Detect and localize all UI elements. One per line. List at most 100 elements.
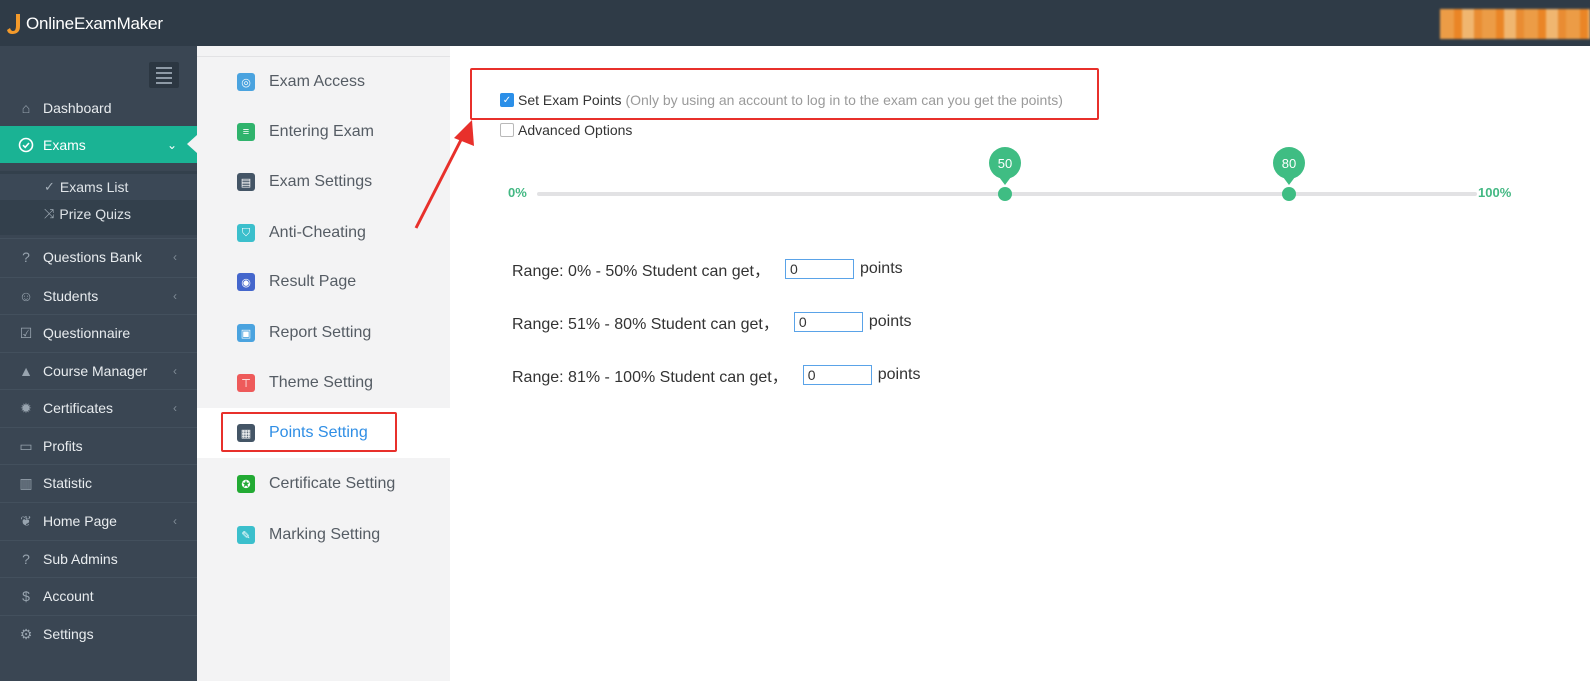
- advanced-options-row: Advanced Options: [500, 122, 632, 138]
- chevron-left-icon: ‹: [173, 364, 177, 378]
- chevron-left-icon: ‹: [173, 250, 177, 264]
- nav-course-manager[interactable]: ▲ Course Manager ‹: [0, 352, 197, 389]
- question-circle-icon: ?: [22, 249, 30, 265]
- chevron-left-icon: ‹: [173, 401, 177, 415]
- user-avatar-blurred[interactable]: [1440, 9, 1590, 39]
- nav-questions-bank[interactable]: ? Questions Bank ‹: [0, 238, 197, 275]
- range-row-2: Range: 51% - 80% Student can get， points: [512, 310, 912, 334]
- check-circle-icon: ✓: [44, 179, 55, 194]
- advanced-options-label: Advanced Options: [518, 122, 633, 138]
- logo-text: OnlineExamMaker: [26, 14, 163, 33]
- slider-handle-1[interactable]: [998, 187, 1012, 201]
- annotation-arrow: [414, 120, 474, 229]
- nav-dashboard[interactable]: ⌂ Dashboard: [0, 89, 197, 126]
- menu-label: Theme Setting: [269, 374, 374, 391]
- chevron-left-icon: ‹: [173, 514, 177, 528]
- logo[interactable]: OnlineExamMaker: [6, 10, 163, 38]
- nav-label: Exams: [43, 136, 86, 153]
- logo-icon: [7, 14, 20, 34]
- slider-min-label: 0%: [508, 185, 527, 200]
- nav-exams[interactable]: Exams ⌄: [0, 126, 197, 163]
- points-unit: points: [859, 260, 903, 277]
- sub-item-exams-list[interactable]: ✓ Exams List: [0, 174, 197, 200]
- slider-tooltip-1: 50: [989, 147, 1021, 185]
- graduation-cap-icon: ▲: [19, 363, 33, 379]
- award-icon: ✪: [237, 475, 255, 493]
- highlight-annotation-box: [221, 412, 397, 452]
- key-icon: ◎: [237, 73, 255, 91]
- nav-label: Sub Admins: [43, 551, 118, 567]
- nav-statistic[interactable]: ▥ Statistic: [0, 464, 197, 501]
- range-label: Range: 81% - 100% Student can get，: [512, 369, 788, 386]
- range-row-3: Range: 81% - 100% Student can get， point…: [512, 363, 920, 387]
- advanced-options-checkbox[interactable]: [500, 123, 514, 137]
- bar-chart-icon: ▥: [19, 474, 33, 491]
- certificate-icon: ✹: [20, 399, 32, 416]
- menu-marking-setting[interactable]: ✎ Marking Setting: [197, 510, 450, 560]
- shuffle-icon: ⤨: [44, 206, 55, 221]
- points-unit: points: [877, 366, 921, 383]
- nav-label: Account: [43, 588, 94, 604]
- shield-icon: ⛉: [237, 224, 255, 242]
- home-icon: ⌂: [21, 99, 31, 116]
- nav-label: Statistic: [43, 475, 93, 491]
- nav-questionnaire[interactable]: ☑ Questionnaire: [0, 314, 197, 351]
- nav-account[interactable]: $ Account: [0, 577, 197, 614]
- menu-toggle-button[interactable]: [149, 62, 179, 88]
- range-label: Range: 51% - 80% Student can get，: [512, 316, 779, 333]
- nav-label: Dashboard: [43, 99, 112, 116]
- menu-label: Anti-Cheating: [269, 224, 366, 241]
- points-input-3[interactable]: [802, 365, 872, 385]
- nav-label: Course Manager: [43, 363, 148, 379]
- menu-label: Marking Setting: [269, 526, 381, 543]
- edit-note-icon: ✎: [237, 526, 255, 544]
- document-icon: ≡: [237, 123, 255, 141]
- nav-profits[interactable]: ▭ Profits: [0, 427, 197, 464]
- menu-label: Exam Settings: [269, 173, 373, 190]
- shirt-icon: ⊤: [237, 374, 255, 392]
- menu-exam-access[interactable]: ◎ Exam Access: [197, 57, 450, 107]
- report-icon: ▣: [237, 324, 255, 342]
- points-setting-panel: ✓ Set Exam Points (Only by using an acco…: [450, 46, 1590, 681]
- main-sidebar: ⌂ Dashboard Exams ⌄ ✓ Exams List ⤨ Prize…: [0, 46, 197, 681]
- points-input-1[interactable]: [784, 259, 854, 279]
- menu-label: Entering Exam: [269, 123, 374, 140]
- nav-label: Profits: [43, 438, 83, 454]
- slider-handle-2[interactable]: [1282, 187, 1296, 201]
- gear-icon: ⚙: [19, 625, 33, 642]
- menu-label: Result Page: [269, 273, 357, 290]
- nav-label: Settings: [43, 626, 94, 642]
- chevron-left-icon: ‹: [173, 289, 177, 303]
- dollar-icon: $: [22, 588, 30, 604]
- nav-certificates[interactable]: ✹ Certificates ‹: [0, 389, 197, 426]
- set-exam-points-checkbox[interactable]: ✓: [500, 93, 514, 107]
- nav-home-page[interactable]: ❦ Home Page ‹: [0, 502, 197, 539]
- menu-label: Report Setting: [269, 324, 372, 341]
- sub-item-label: Exams List: [59, 179, 129, 195]
- set-exam-points-row: ✓ Set Exam Points (Only by using an acco…: [500, 92, 1063, 108]
- sub-item-prize-quizs[interactable]: ⤨ Prize Quizs: [44, 203, 131, 225]
- check-circle-icon: [17, 136, 35, 154]
- menu-theme-setting[interactable]: ⊤ Theme Setting: [197, 358, 450, 408]
- chevron-down-icon: ⌄: [166, 137, 177, 152]
- menu-label: Certificate Setting: [269, 475, 396, 492]
- question-circle-icon: ?: [22, 551, 30, 567]
- nav-sub-admins[interactable]: ? Sub Admins: [0, 540, 197, 577]
- slider-max-label: 100%: [1478, 185, 1512, 200]
- check-square-icon: ☑: [19, 324, 33, 341]
- nav-students[interactable]: ☺ Students ‹: [0, 277, 197, 314]
- exams-submenu: ✓ Exams List ⤨ Prize Quizs: [0, 171, 197, 235]
- nav-settings[interactable]: ⚙ Settings: [0, 615, 197, 652]
- set-exam-points-label: Set Exam Points: [518, 92, 622, 108]
- menu-label: Exam Access: [269, 73, 366, 90]
- range-row-1: Range: 0% - 50% Student can get， points: [512, 257, 903, 281]
- credit-card-icon: ▭: [19, 437, 33, 454]
- slider-tooltip-2: 80: [1273, 147, 1305, 185]
- nav-label: Certificates: [43, 400, 114, 416]
- set-exam-points-hint: (Only by using an account to log in to t…: [625, 92, 1063, 108]
- menu-certificate-setting[interactable]: ✪ Certificate Setting: [197, 459, 450, 509]
- sub-item-label: Prize Quizs: [59, 206, 131, 222]
- points-input-2[interactable]: [793, 312, 863, 332]
- menu-result-page[interactable]: ◉ Result Page: [197, 257, 450, 307]
- menu-report-setting[interactable]: ▣ Report Setting: [197, 308, 450, 358]
